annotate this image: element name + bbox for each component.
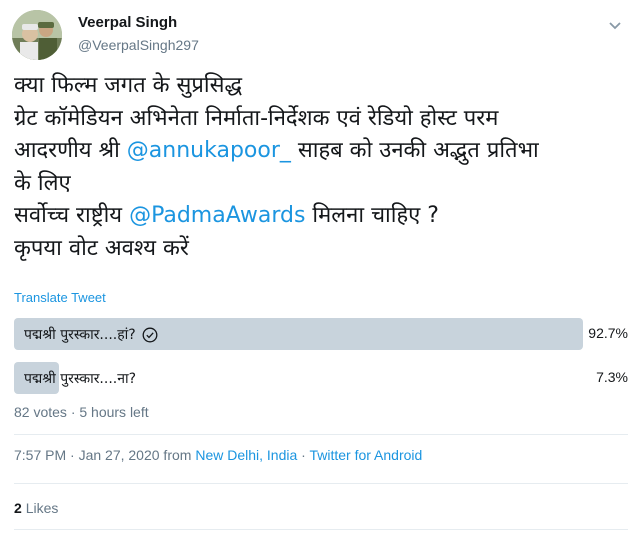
poll-option-text: पद्मश्री पुरस्कार....ना?: [24, 371, 137, 387]
user-handle[interactable]: @VeerpalSingh297: [78, 37, 199, 53]
tweet-line: आदरणीय श्री: [14, 138, 127, 163]
tweet-line: ग्रेट कॉमेडियन अभिनेता निर्माता-निर्देशक…: [14, 105, 499, 131]
divider: [14, 529, 628, 530]
divider: [14, 434, 628, 435]
tweet-line: क्या फिल्म जगत के सुप्रसिद्ध: [14, 73, 243, 98]
user-name[interactable]: Veerpal Singh: [78, 14, 177, 31]
poll-option[interactable]: पद्मश्री पुरस्कार....ना? 7.3%: [14, 362, 628, 394]
likes-number: 2: [14, 500, 22, 516]
timestamp-time[interactable]: 7:57 PM · Jan 27, 2020 from: [14, 447, 195, 463]
divider: [14, 483, 628, 484]
tweet-line: के लिए: [14, 170, 71, 196]
tweet-line: कृपया वोट अवश्य करें: [14, 235, 189, 261]
timestamp-separator: ·: [297, 447, 310, 463]
source-link[interactable]: Twitter for Android: [309, 447, 422, 463]
poll-option-text: पद्मश्री पुरस्कार....हां?: [24, 327, 136, 343]
chevron-down-icon[interactable]: [604, 18, 626, 32]
check-circle-icon: [142, 327, 158, 343]
poll-option-label: पद्मश्री पुरस्कार....ना?: [24, 369, 136, 388]
poll-option[interactable]: पद्मश्री पुरस्कार....हां? 92.7%: [14, 318, 628, 350]
avatar[interactable]: [12, 10, 62, 60]
translate-tweet-link[interactable]: Translate Tweet: [14, 290, 106, 305]
poll-option-percent: 7.3%: [596, 369, 628, 385]
tweet-text: क्या फिल्म जगत के सुप्रसिद्ध ग्रेट कॉमेड…: [14, 70, 629, 265]
tweet-timestamp: 7:57 PM · Jan 27, 2020 from New Delhi, I…: [14, 447, 422, 463]
poll-option-label: पद्मश्री पुरस्कार....हां?: [24, 325, 158, 344]
likes-count[interactable]: 2 Likes: [14, 500, 58, 516]
tweet-line: सर्वोच्च राष्ट्रीय: [14, 203, 130, 228]
mention-link[interactable]: @annukapoor_: [127, 138, 291, 163]
poll-meta: 82 votes · 5 hours left: [14, 404, 149, 420]
tweet-line: मिलना चाहिए ?: [305, 203, 439, 228]
poll-option-percent: 92.7%: [588, 325, 628, 341]
likes-label: Likes: [25, 500, 59, 516]
tweet-line: साहब को उनकी अद्भुत प्रतिभा: [290, 138, 539, 163]
mention-link[interactable]: @PadmaAwards: [129, 203, 305, 228]
location-link[interactable]: New Delhi, India: [195, 447, 297, 463]
avatar-image: [12, 10, 62, 60]
